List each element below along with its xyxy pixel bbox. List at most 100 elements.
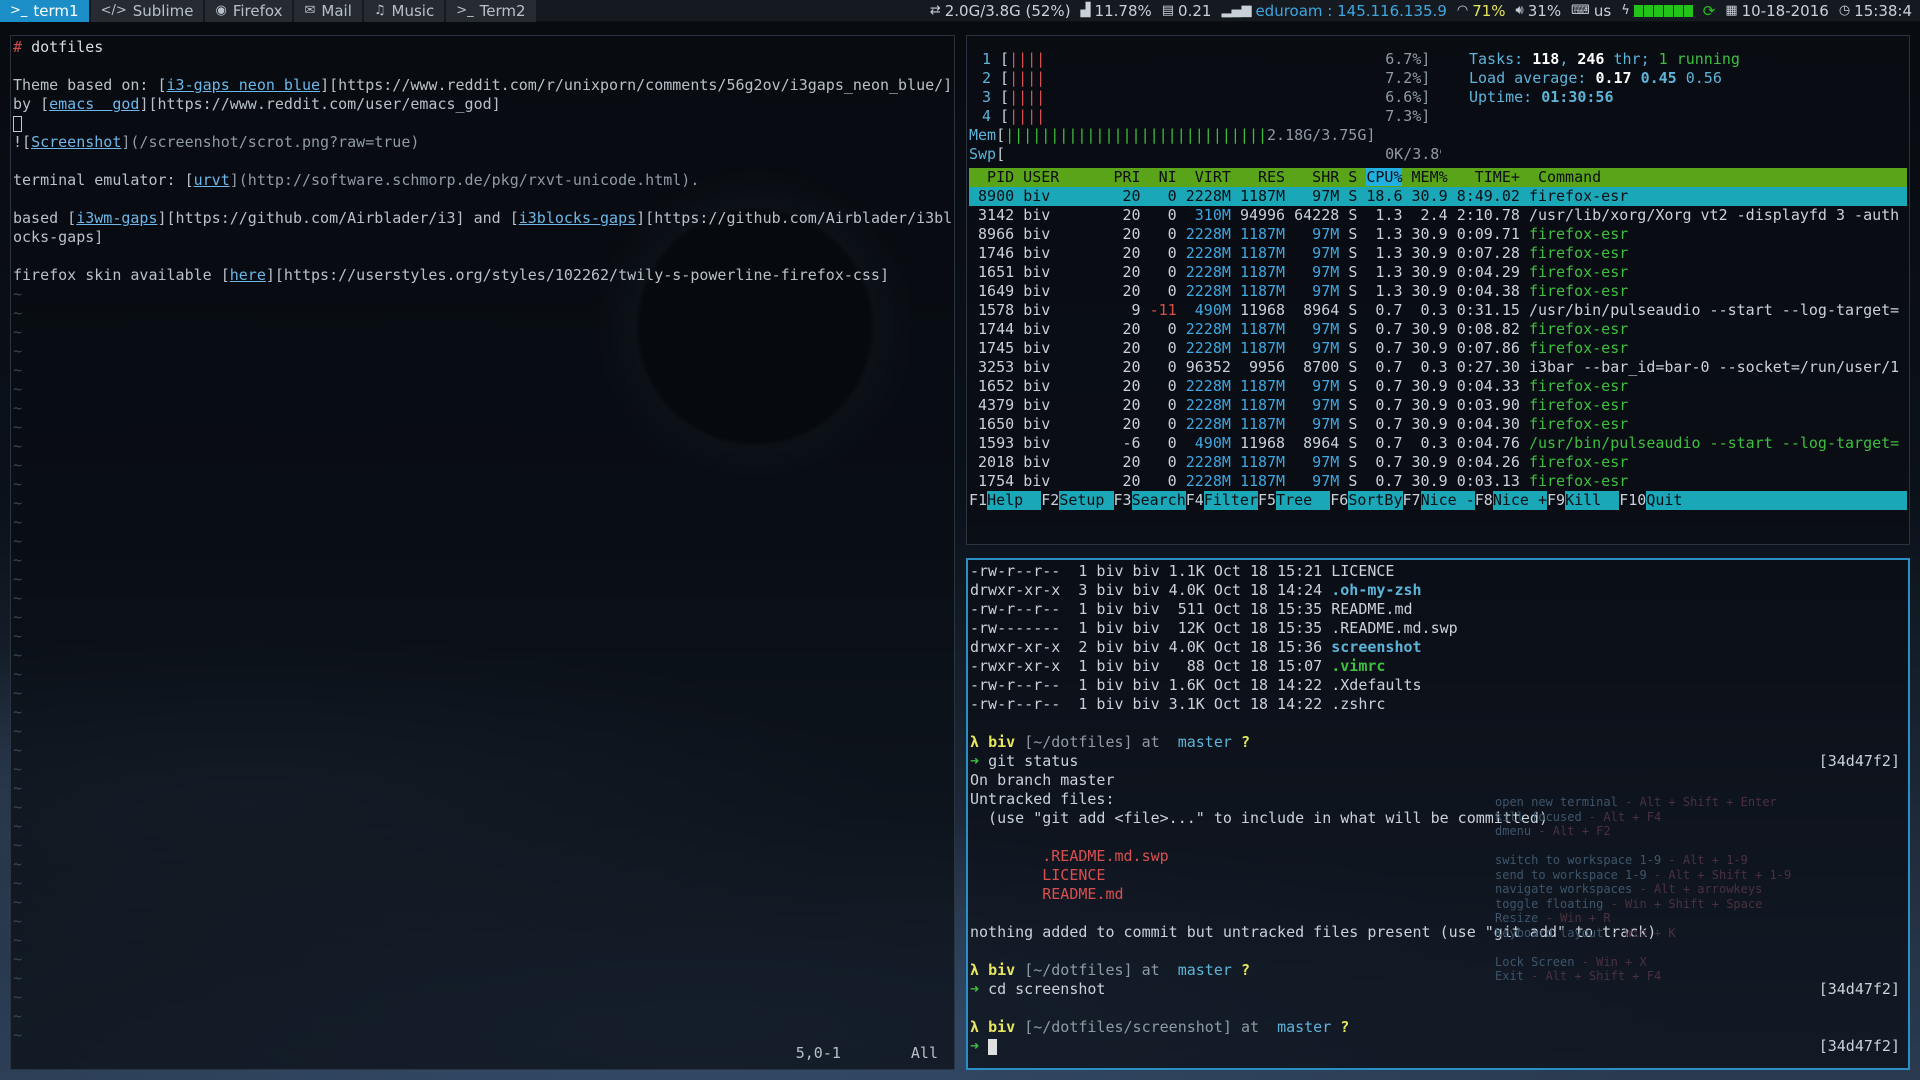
fkey-label[interactable]: Help: [987, 491, 1042, 510]
empty-line-markers: ~ ~ ~ ~ ~ ~ ~ ~ ~ ~ ~ ~ ~ ~ ~ ~ ~ ~ ~ ~ ~ ~ ~ ~ ~ ~ ~ ~ ~ ~ ~ ~ ~ ~ ~ ~ ~ ~ ~ ~: [13, 285, 952, 1045]
workspace-button-term2[interactable]: >_ Term2: [446, 0, 536, 22]
process-row[interactable]: 1744 biv 20 0 2228M 1187M 97M S 0.7 30.9…: [969, 320, 1907, 339]
fkey-f4[interactable]: F4: [1186, 491, 1204, 510]
process-cpu: 0.7: [1366, 434, 1412, 452]
wifi-value: 71%: [1472, 1, 1506, 20]
process-pid: 1744: [969, 320, 1024, 338]
process-row[interactable]: 3142 biv 20 0 310M 94996 64228 S 1.3 2.4…: [969, 206, 1907, 225]
volume-block[interactable]: 🔊︎ 31%: [1516, 2, 1562, 20]
editor-line: by [emacs god][https://www.reddit.com/us…: [13, 95, 952, 114]
hint-action: kill focused: [1495, 809, 1582, 824]
editor-line: ocks-gaps]: [13, 228, 952, 247]
workspace-button-music[interactable]: ♫ Music: [363, 0, 445, 22]
empty-line-tilde: ~: [13, 665, 23, 683]
swap-label: Swp: [969, 145, 997, 163]
fkey-f10[interactable]: F10: [1619, 491, 1646, 510]
workspace-button-firefox[interactable]: ◉ Firefox: [205, 0, 293, 22]
cursor-position: 5,0-1: [795, 1044, 841, 1062]
fkey-label[interactable]: Setup: [1059, 491, 1114, 510]
cpu-number: 4: [981, 107, 991, 125]
workspace-button-term1[interactable]: >_ term1: [0, 0, 89, 22]
battery-level-bar: [1633, 4, 1693, 17]
process-s: S: [1348, 301, 1367, 319]
fkey-f1[interactable]: F1: [969, 491, 987, 510]
hint-keys: - Win + R: [1538, 911, 1611, 925]
process-ni: 0: [1140, 415, 1186, 433]
process-row[interactable]: 1650 biv 20 0 2228M 1187M 97M S 0.7 30.9…: [969, 415, 1907, 434]
task-meters: Tasks: 118, 246 thr; 1 running Load aver…: [1441, 50, 1740, 168]
process-row[interactable]: 1578 biv 9 -11 490M 11968 8964 S 0.7 0.3…: [969, 301, 1907, 320]
process-pid: 1746: [969, 244, 1024, 262]
process-row[interactable]: 3253 biv 20 0 96352 9956 8700 S 0.7 0.3 …: [969, 358, 1907, 377]
process-row[interactable]: 1745 biv 20 0 2228M 1187M 97M S 0.7 30.9…: [969, 339, 1907, 358]
hint-action: Keyboard layout: [1495, 925, 1604, 940]
ls-filename: README.md: [1331, 600, 1413, 618]
url-text: ][https://github.com/Airblader/i3bl: [636, 209, 952, 227]
empty-line-tilde: ~: [13, 836, 23, 854]
fkey-label[interactable]: Nice +: [1492, 491, 1547, 510]
load-line: Load average: 0.17 0.45 0.56: [1469, 69, 1740, 88]
terminal-cursor: [988, 1038, 998, 1055]
empty-line-tilde: ~: [13, 494, 23, 512]
fkey-label[interactable]: Quit: [1646, 491, 1701, 510]
hint-keys: - Win + X: [1574, 954, 1647, 969]
fkey-f9[interactable]: F9: [1547, 491, 1565, 510]
process-user: biv: [1023, 320, 1105, 338]
fkey-f2[interactable]: F2: [1041, 491, 1059, 510]
process-s: S: [1348, 453, 1367, 471]
empty-line-tilde: ~: [13, 608, 23, 626]
editor-buffer[interactable]: # dotfiles Theme based on: [i3-gaps neon…: [13, 38, 952, 1045]
fkey-f7[interactable]: F7: [1403, 491, 1421, 510]
sync-icon[interactable]: ⟳: [1703, 2, 1716, 20]
process-row[interactable]: 8900 biv 20 0 2228M 1187M 97M S 18.6 30.…: [969, 187, 1907, 206]
keyboard-block[interactable]: ⌨ us: [1571, 2, 1611, 20]
empty-line-tilde: ~: [13, 475, 23, 493]
process-row[interactable]: 1754 biv 20 0 2228M 1187M 97M S 0.7 30.9…: [969, 472, 1907, 491]
process-cmd: firefox-esr: [1528, 320, 1629, 338]
vim-editor-window[interactable]: # dotfiles Theme based on: [i3-gaps neon…: [10, 35, 955, 1070]
process-pid: 1652: [969, 377, 1024, 395]
process-virt: 2228M: [1185, 453, 1240, 471]
fkey-label[interactable]: Search: [1131, 491, 1186, 510]
hint-keys: - Alt + F4: [1581, 809, 1662, 824]
fkey-f5[interactable]: F5: [1258, 491, 1276, 510]
fkey-f3[interactable]: F3: [1114, 491, 1132, 510]
fkey-label[interactable]: SortBy: [1348, 491, 1403, 510]
fkey-label[interactable]: Filter: [1203, 491, 1258, 510]
cpu-meter: 4 [|||| 7.3%]: [969, 107, 1441, 126]
fkey-label[interactable]: Tree: [1276, 491, 1331, 510]
workspace-button-mail[interactable]: ✉ Mail: [294, 0, 362, 22]
ls-filename: .README.md.swp: [1331, 619, 1458, 637]
arrow-icon: ➜: [970, 752, 980, 770]
process-virt: 96352: [1185, 358, 1240, 376]
empty-line-tilde: ~: [13, 570, 23, 588]
workspace-button-sublime[interactable]: </> Sublime: [90, 0, 204, 22]
process-mem: 30.9: [1411, 339, 1457, 357]
process-shr: 8700: [1294, 358, 1349, 376]
process-user: biv: [1023, 282, 1105, 300]
process-row[interactable]: 1746 biv 20 0 2228M 1187M 97M S 1.3 30.9…: [969, 244, 1907, 263]
fkey-f8[interactable]: F8: [1475, 491, 1493, 510]
prompt-branch: master: [1177, 961, 1232, 979]
vim-ruler: 5,0-1 All: [796, 1044, 938, 1063]
process-row[interactable]: 1593 biv -6 0 490M 11968 8964 S 0.7 0.3 …: [969, 434, 1907, 453]
process-row[interactable]: 1651 biv 20 0 2228M 1187M 97M S 1.3 30.9…: [969, 263, 1907, 282]
fkey-label[interactable]: Kill: [1565, 491, 1620, 510]
process-row[interactable]: 1652 biv 20 0 2228M 1187M 97M S 0.7 30.9…: [969, 377, 1907, 396]
htop-window[interactable]: 1 [|||| 6.7%] 2 [|||| 7.2%] 3 [|||| 6.6%] 4 [|…: [966, 35, 1910, 545]
fkey-f6[interactable]: F6: [1330, 491, 1348, 510]
process-virt: 490M: [1185, 301, 1240, 319]
process-table-header[interactable]: PID USER PRI NI VIRT RES SHR S CPU% MEM%…: [969, 168, 1907, 187]
prompt-user: biv: [988, 961, 1016, 979]
input-line[interactable]: ➜ [34d47f2]: [970, 1037, 1906, 1056]
fkey-label[interactable]: Nice -: [1420, 491, 1475, 510]
process-ni: 0: [1140, 187, 1186, 205]
process-row[interactable]: 1649 biv 20 0 2228M 1187M 97M S 1.3 30.9…: [969, 282, 1907, 301]
process-row[interactable]: 2018 biv 20 0 2228M 1187M 97M S 0.7 30.9…: [969, 453, 1907, 472]
cpu-sort-column[interactable]: CPU%: [1366, 168, 1403, 186]
ls-metadata: -rw-r--r-- 1 biv biv 3.1K Oct 18 14:22: [970, 695, 1332, 713]
process-row[interactable]: 8966 biv 20 0 2228M 1187M 97M S 1.3 30.9…: [969, 225, 1907, 244]
process-row[interactable]: 4379 biv 20 0 2228M 1187M 97M S 0.7 30.9…: [969, 396, 1907, 415]
process-ni: -11: [1140, 301, 1186, 319]
keybinding-hint: Resize - Win + R: [1495, 911, 1791, 926]
